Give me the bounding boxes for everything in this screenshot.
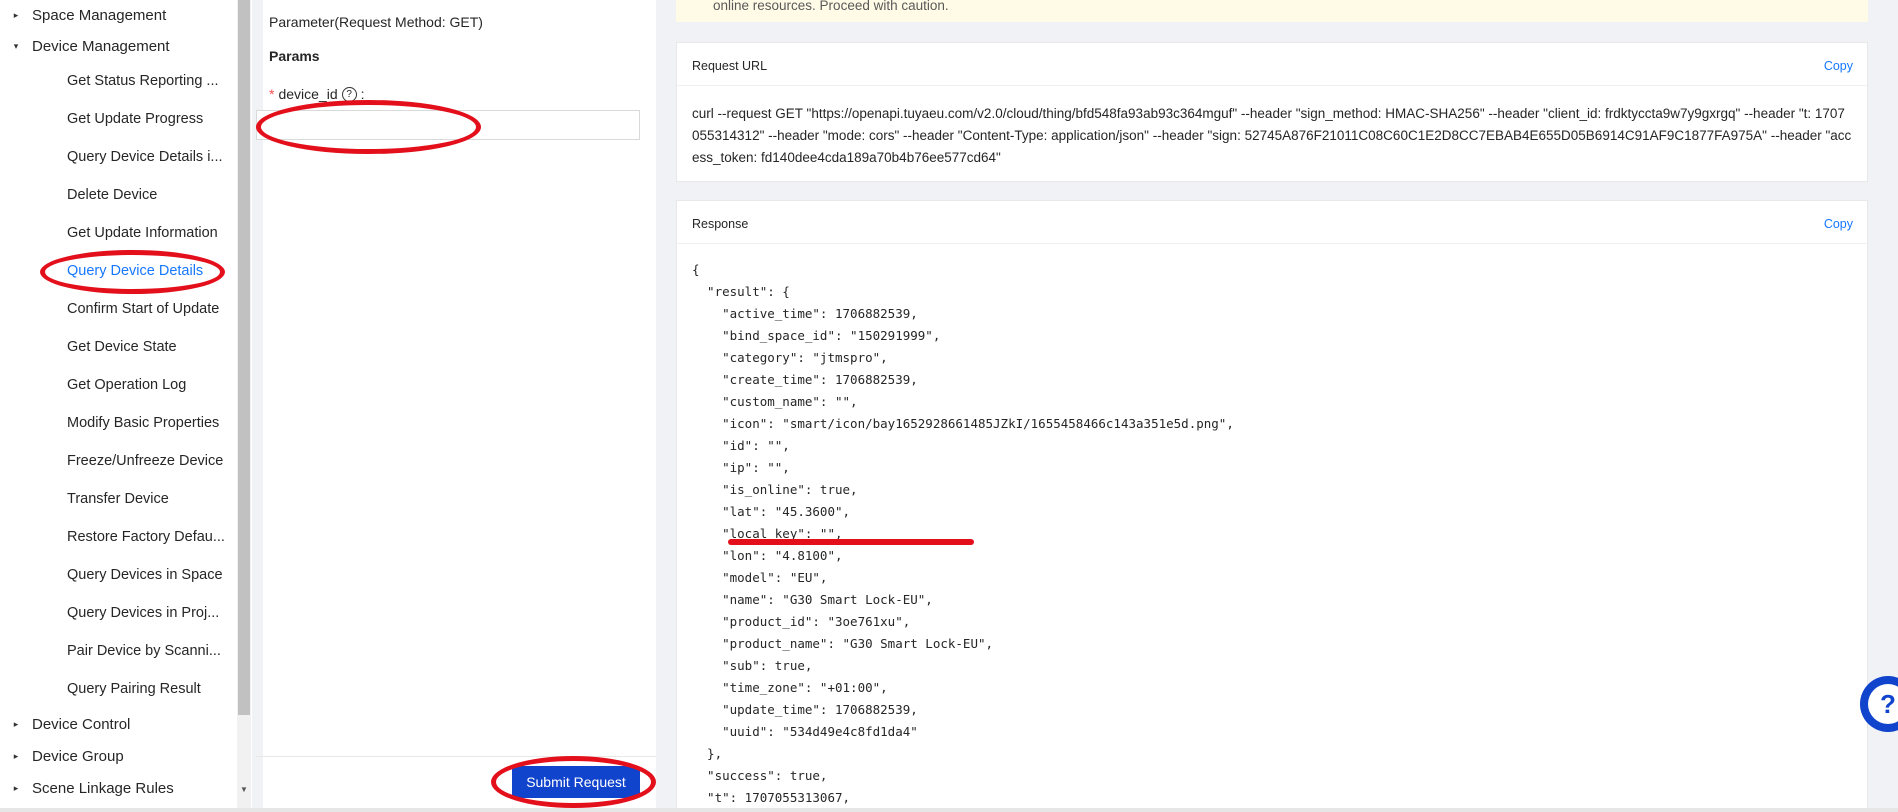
json-line: "id": "", bbox=[692, 438, 790, 453]
nav-item-transfer-device[interactable]: Transfer Device bbox=[67, 485, 169, 513]
nav-group-label: Device Management bbox=[32, 37, 170, 55]
parameter-title: Parameter(Request Method: GET) bbox=[269, 14, 483, 30]
nav-group-label: Device Group bbox=[32, 747, 124, 765]
required-mark: * bbox=[269, 86, 275, 102]
json-line: "category": "jtmspro", bbox=[692, 350, 888, 365]
nav-group-scene-linkage-rules[interactable]: ▸ Scene Linkage Rules bbox=[0, 773, 174, 803]
json-line: { bbox=[692, 262, 700, 277]
json-line: "model": "EU", bbox=[692, 570, 828, 585]
caret-right-icon: ▸ bbox=[13, 750, 19, 761]
response-json: { "result": { "active_time": 1706882539,… bbox=[692, 259, 1234, 809]
caret-right-icon: ▸ bbox=[13, 9, 19, 20]
divider bbox=[256, 756, 656, 757]
copy-url-link[interactable]: Copy bbox=[1824, 59, 1853, 73]
caret-right-icon: ▸ bbox=[13, 718, 19, 729]
json-line: "icon": "smart/icon/bay1652928661485JZkI… bbox=[692, 416, 1234, 431]
nav-group-device-management[interactable]: ▾ Device Management bbox=[0, 31, 170, 61]
json-line: "create_time": 1706882539, bbox=[692, 372, 918, 387]
json-line: "bind_space_id": "150291999", bbox=[692, 328, 941, 343]
nav-item-query-device-details-in[interactable]: Query Device Details i... bbox=[67, 143, 223, 171]
submit-request-button[interactable]: Submit Request bbox=[512, 766, 640, 798]
json-line: "custom_name": "", bbox=[692, 394, 858, 409]
nav-item-get-operation-log[interactable]: Get Operation Log bbox=[67, 371, 186, 399]
request-url-text: curl --request GET "https://openapi.tuya… bbox=[692, 106, 1852, 165]
nav-item-query-devices-in-project[interactable]: Query Devices in Proj... bbox=[67, 599, 219, 627]
copy-response-link[interactable]: Copy bbox=[1824, 217, 1853, 231]
json-line: "uuid": "534d49e4c8fd1da4" bbox=[692, 724, 918, 739]
nav-item-pair-device-by-scanning[interactable]: Pair Device by Scanni... bbox=[67, 637, 221, 665]
json-line: "t": 1707055313067, bbox=[692, 790, 851, 805]
api-sidebar: ▸ Space Management ▾ Device Management G… bbox=[0, 0, 252, 812]
device-id-input[interactable] bbox=[256, 110, 640, 140]
nav-group-device-control[interactable]: ▸ Device Control bbox=[0, 709, 131, 739]
json-line: "local_key": "", bbox=[692, 526, 843, 541]
nav-group-space-management[interactable]: ▸ Space Management bbox=[0, 0, 167, 30]
nav-item-get-status-reporting[interactable]: Get Status Reporting ... bbox=[67, 67, 219, 95]
nav-item-get-device-state[interactable]: Get Device State bbox=[67, 333, 177, 361]
nav-item-query-devices-in-space[interactable]: Query Devices in Space bbox=[67, 561, 223, 589]
panel-gutter bbox=[656, 0, 672, 812]
nav-item-query-device-details[interactable]: Query Device Details bbox=[67, 257, 203, 285]
question-circle-icon[interactable]: ? bbox=[341, 86, 357, 102]
nav-item-restore-factory-defaults[interactable]: Restore Factory Defau... bbox=[67, 523, 225, 551]
device-id-label: * device_id ? : bbox=[269, 86, 365, 102]
json-line: "sub": true, bbox=[692, 658, 813, 673]
json-line: "ip": "", bbox=[692, 460, 790, 475]
device-id-label-text: device_id bbox=[278, 86, 338, 102]
divider bbox=[677, 243, 1867, 244]
json-line: "update_time": 1706882539, bbox=[692, 702, 918, 717]
nav-item-freeze-unfreeze-device[interactable]: Freeze/Unfreeze Device bbox=[67, 447, 223, 475]
nav-item-confirm-start-of-update[interactable]: Confirm Start of Update bbox=[67, 295, 219, 323]
json-line: "is_online": true, bbox=[692, 482, 858, 497]
divider bbox=[677, 85, 1867, 86]
warning-banner: online resources. Proceed with caution. bbox=[676, 0, 1868, 22]
caret-right-icon: ▸ bbox=[13, 782, 19, 793]
nav-group-device-group[interactable]: ▸ Device Group bbox=[0, 741, 124, 771]
json-line: "time_zone": "+01:00", bbox=[692, 680, 888, 695]
json-line: "name": "G30 Smart Lock-EU", bbox=[692, 592, 933, 607]
caret-down-icon: ▾ bbox=[13, 40, 19, 51]
sidebar-scrollbar-thumb[interactable] bbox=[238, 0, 250, 715]
json-line: "lat": "45.3600", bbox=[692, 504, 851, 519]
nav-item-get-update-progress[interactable]: Get Update Progress bbox=[67, 105, 203, 133]
scroll-down-arrow-icon[interactable]: ▼ bbox=[238, 783, 250, 797]
response-title: Response bbox=[692, 217, 749, 231]
nav-item-delete-device[interactable]: Delete Device bbox=[67, 181, 157, 209]
request-url-card: Request URL Copy curl --request GET "htt… bbox=[676, 42, 1868, 182]
nav-item-modify-basic-properties[interactable]: Modify Basic Properties bbox=[67, 409, 219, 437]
nav-group-label: Device Control bbox=[32, 715, 131, 733]
json-line: "success": true, bbox=[692, 768, 828, 783]
window-bottom-edge bbox=[0, 808, 1898, 812]
json-line: "result": { bbox=[692, 284, 790, 299]
request-url-title: Request URL bbox=[692, 59, 768, 73]
nav-item-get-update-information[interactable]: Get Update Information bbox=[67, 219, 218, 247]
nav-group-label: Scene Linkage Rules bbox=[32, 779, 174, 797]
nav-group-label: Space Management bbox=[32, 6, 167, 24]
json-line: }, bbox=[692, 746, 723, 761]
json-line: "active_time": 1706882539, bbox=[692, 306, 918, 321]
json-line: "product_id": "3oe761xu", bbox=[692, 614, 911, 629]
label-colon: : bbox=[360, 86, 365, 102]
json-line: "product_name": "G30 Smart Lock-EU", bbox=[692, 636, 994, 651]
params-section-label: Params bbox=[269, 48, 320, 64]
nav-item-query-pairing-result[interactable]: Query Pairing Result bbox=[67, 675, 201, 703]
response-card: Response Copy { "result": { "active_time… bbox=[676, 200, 1868, 812]
json-line: "lon": "4.8100", bbox=[692, 548, 843, 563]
